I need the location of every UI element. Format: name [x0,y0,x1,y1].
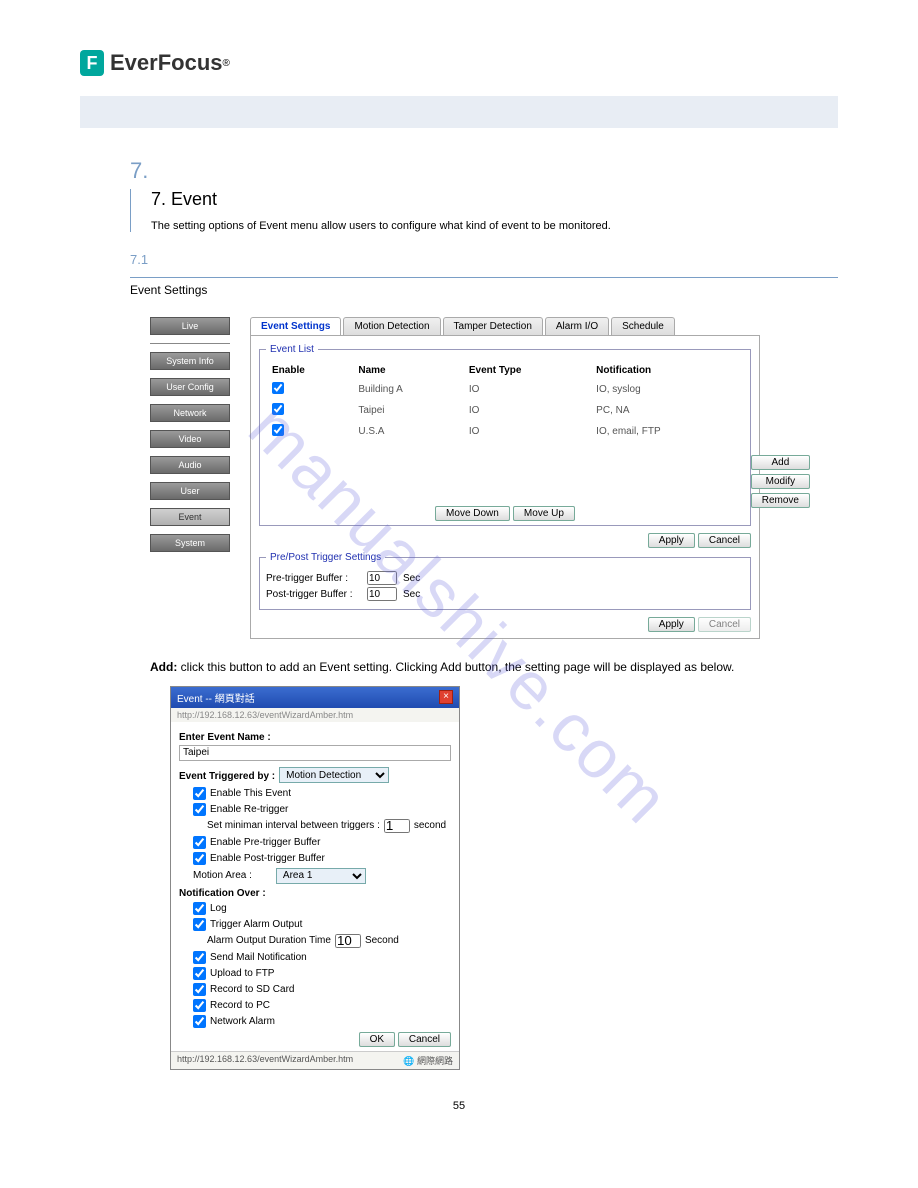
pre-trigger-label: Pre-trigger Buffer : [266,573,361,584]
dialog-title: Event -- 網頁對話 [177,690,255,705]
upload-ftp-checkbox[interactable] [193,967,206,980]
triggered-by-select[interactable]: Motion Detection [279,767,389,783]
table-row[interactable]: Taipei IO PC, NA [268,401,742,420]
notif-over-label: Notification Over : [179,888,451,899]
enable-event-checkbox[interactable] [193,787,206,800]
sidebar: Live System Info User Config Network Vid… [150,317,230,560]
prepost-legend: Pre/Post Trigger Settings [266,552,385,563]
sidebar-item-video[interactable]: Video [150,430,230,448]
record-pc-checkbox[interactable] [193,999,206,1012]
chapter-number: 7. [130,158,838,184]
post-trigger-input[interactable] [367,587,397,601]
sidebar-item-userconfig[interactable]: User Config [150,378,230,396]
sidebar-item-system[interactable]: System [150,534,230,552]
event-list-legend: Event List [266,344,318,355]
sidebar-item-audio[interactable]: Audio [150,456,230,474]
apply-button-2[interactable]: Apply [648,617,695,632]
tab-alarm-io[interactable]: Alarm I/O [545,317,609,335]
sidebar-item-user[interactable]: User [150,482,230,500]
alarm-duration-input[interactable] [335,934,361,948]
row-checkbox[interactable] [272,403,284,415]
tab-tamper-detection[interactable]: Tamper Detection [443,317,543,335]
sidebar-item-network[interactable]: Network [150,404,230,422]
table-row[interactable]: U.S.A IO IO, email, FTP [268,422,742,441]
enable-pre-checkbox[interactable] [193,836,206,849]
enable-post-checkbox[interactable] [193,852,206,865]
pre-trigger-input[interactable] [367,571,397,585]
motion-area-select[interactable]: Area 1 [276,868,366,884]
intro-text: The setting options of Event menu allow … [151,220,838,232]
dialog-url: http://192.168.12.63/eventWizardAmber.ht… [171,708,459,722]
sidebar-item-live[interactable]: Live [150,317,230,335]
remove-button[interactable]: Remove [751,493,810,508]
section-title: Event Settings [130,277,838,297]
tab-schedule[interactable]: Schedule [611,317,675,335]
event-dialog: Event -- 網頁對話 × http://192.168.12.63/eve… [170,686,460,1070]
row-checkbox[interactable] [272,382,284,394]
add-description: Add: click this button to add an Event s… [150,659,788,676]
th-notif: Notification [592,363,742,378]
cancel-button[interactable]: Cancel [698,533,751,548]
move-down-button[interactable]: Move Down [435,506,510,521]
logo-text: EverFocus [110,50,223,76]
tab-event-settings[interactable]: Event Settings [250,317,341,335]
chapter-title: 7. Event [151,189,838,210]
th-type: Event Type [465,363,590,378]
enter-name-label: Enter Event Name : [179,732,451,743]
status-net: 🌐 網際網路 [403,1054,453,1067]
tab-motion-detection[interactable]: Motion Detection [343,317,440,335]
add-button[interactable]: Add [751,455,810,470]
header-bar [80,96,838,128]
event-table: Enable Name Event Type Notification Buil… [266,361,744,443]
page-number: 55 [80,1100,838,1112]
close-icon[interactable]: × [439,690,453,704]
sidebar-item-event[interactable]: Event [150,508,230,526]
sidebar-item-systeminfo[interactable]: System Info [150,352,230,370]
record-sd-checkbox[interactable] [193,983,206,996]
trigger-alarm-checkbox[interactable] [193,918,206,931]
row-checkbox[interactable] [272,424,284,436]
min-interval-input[interactable] [384,819,410,833]
logo: F EverFocus® [80,50,838,76]
network-alarm-checkbox[interactable] [193,1015,206,1028]
log-checkbox[interactable] [193,902,206,915]
tabs: Event Settings Motion Detection Tamper D… [250,317,760,335]
logo-icon: F [80,50,104,76]
th-enable: Enable [268,363,352,378]
dialog-cancel-button[interactable]: Cancel [398,1032,451,1047]
ok-button[interactable]: OK [359,1032,395,1047]
post-trigger-label: Post-trigger Buffer : [266,589,361,600]
modify-button[interactable]: Modify [751,474,810,489]
enable-retrigger-checkbox[interactable] [193,803,206,816]
send-mail-checkbox[interactable] [193,951,206,964]
th-name: Name [354,363,463,378]
move-up-button[interactable]: Move Up [513,506,575,521]
triggered-by-label: Event Triggered by : [179,771,275,782]
event-name-input[interactable] [179,745,451,761]
settings-screenshot: Live System Info User Config Network Vid… [150,317,850,639]
section-number: 7.1 [130,252,838,267]
table-row[interactable]: Building A IO IO, syslog [268,380,742,399]
apply-button[interactable]: Apply [648,533,695,548]
status-url: http://192.168.12.63/eventWizardAmber.ht… [177,1054,353,1067]
cancel-button-2[interactable]: Cancel [698,617,751,632]
